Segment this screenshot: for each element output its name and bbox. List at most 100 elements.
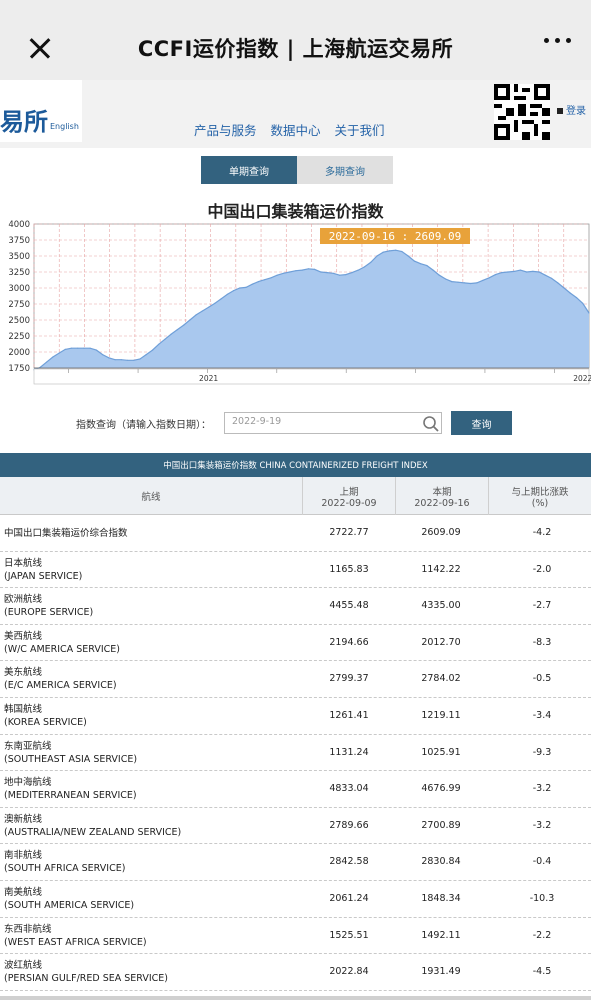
curr-value: 2830.84 (421, 856, 461, 868)
curr-value: 1492.11 (421, 929, 461, 941)
data-point (139, 358, 141, 360)
data-point (201, 310, 203, 312)
data-point (314, 268, 316, 270)
route-name: 地中海航线 (MEDITERRANEAN SERVICE) (4, 776, 137, 802)
y-tick-label: 2000 (8, 348, 30, 358)
data-point (426, 265, 428, 267)
route-name-en: (WEST EAST AFRICA SERVICE) (4, 936, 147, 948)
data-point (257, 281, 260, 283)
route-name-cn: 美东航线 (4, 667, 43, 679)
data-point (176, 329, 178, 331)
data-point (52, 356, 54, 358)
data-point (588, 312, 590, 314)
table-row: 澳新航线 (AUSTRALIA/NEW ZEALAND SERVICE) 2789.… (0, 808, 591, 845)
curr-value: 4676.99 (421, 783, 461, 795)
prev-value: 2799.37 (329, 673, 369, 685)
route-name-cn: 南美航线 (4, 886, 43, 898)
data-point (189, 319, 191, 321)
y-tick-label: 2250 (8, 332, 30, 342)
curr-value: 2700.89 (421, 819, 461, 831)
y-tick-label: 2750 (8, 300, 30, 310)
data-point (70, 347, 72, 349)
search-icon[interactable] (422, 415, 440, 433)
route-name-cn: 日本航线 (4, 557, 43, 569)
query-button[interactable]: 查询 (451, 411, 512, 435)
ccfi-chart[interactable]: 1750 2000 2250 2500 2750 3000 3250 3500 3750 4000… (0, 218, 591, 386)
route-name: 波红航线 (PERSIAN GULF/RED SEA SERVICE) (4, 959, 168, 985)
data-point (582, 302, 584, 304)
tab-single[interactable]: 单期查询 (201, 156, 297, 184)
change-value: -3.2 (532, 819, 552, 831)
curr-value: 2784.02 (421, 673, 461, 685)
data-point (445, 278, 447, 280)
curr-value: 1931.49 (421, 966, 461, 978)
prev-value: 4455.48 (329, 600, 369, 612)
login-link[interactable]: 登录 (557, 106, 587, 118)
data-point (357, 269, 359, 271)
data-point (438, 274, 440, 276)
route-name-en: (SOUTHEAST ASIA SERVICE) (4, 753, 138, 765)
date-query: 指数查询（请输入指数日期）： 2022-9-19 查询 (0, 408, 591, 440)
change-value: -0.4 (532, 856, 552, 868)
data-point (114, 359, 116, 361)
data-point (301, 269, 303, 271)
route-name-en: (KOREA SERVICE) (4, 716, 87, 728)
prev-value: 1525.51 (329, 929, 369, 941)
more-icon[interactable] (544, 38, 571, 43)
prev-value: 2194.66 (329, 636, 369, 648)
change-value: -3.2 (532, 783, 552, 795)
y-tick-label: 3250 (8, 268, 30, 278)
data-point (513, 270, 515, 272)
data-point (538, 271, 540, 273)
change-value: -2.0 (532, 563, 552, 575)
route-name-cn: 澳新航线 (4, 813, 43, 825)
data-point (251, 283, 253, 285)
english-link[interactable]: English (50, 122, 79, 131)
data-point (488, 277, 490, 279)
logo[interactable]: 易所 English (0, 80, 82, 142)
data-point (108, 357, 110, 359)
prev-value: 4833.04 (329, 783, 369, 795)
y-tick-label: 3000 (8, 284, 30, 294)
data-point (395, 249, 397, 251)
data-point (345, 274, 347, 276)
data-point (326, 272, 328, 274)
data-point (451, 281, 453, 283)
data-point (482, 279, 484, 281)
nav-data-center[interactable]: 数据中心 (271, 120, 321, 139)
data-point (363, 266, 366, 268)
tab-multi[interactable]: 多期查询 (297, 156, 393, 184)
route-name-en: (MEDITERRANEAN SERVICE) (4, 790, 137, 802)
nav-about[interactable]: 关于我们 (335, 120, 385, 139)
nav-products[interactable]: 产品与服务 (194, 120, 257, 139)
data-point (133, 359, 135, 361)
data-point (420, 263, 422, 265)
close-icon[interactable] (26, 34, 54, 62)
table-row: 地中海航线 (MEDITERRANEAN SERVICE) 4833.04 4676.… (0, 771, 591, 808)
change-value: -4.2 (532, 527, 552, 538)
data-point (77, 347, 79, 349)
data-point (120, 359, 122, 361)
curr-value: 1025.91 (421, 746, 461, 758)
route-name: 美西航线 (W/C AMERICA SERVICE) (4, 630, 120, 656)
x-tick-label: 2022 (573, 374, 591, 383)
data-point (526, 271, 528, 273)
route-name-en: (AUSTRALIA/NEW ZEALAND SERVICE) (4, 826, 182, 838)
table-row: 美西航线 (W/C AMERICA SERVICE) 2194.66 2012.70 -… (0, 625, 591, 662)
main-nav: 产品与服务 数据中心 关于我们 (194, 120, 385, 139)
data-point (64, 348, 66, 350)
data-point (276, 274, 278, 276)
data-point (463, 282, 465, 284)
data-point (339, 274, 341, 276)
header-change: 与上期比涨跌 (%) (488, 477, 591, 515)
data-point (145, 354, 147, 356)
route-name-cn: 韩国航线 (4, 703, 43, 715)
x-tick-label: 2021 (199, 374, 218, 383)
data-point (270, 277, 272, 279)
date-input[interactable]: 2022-9-19 (224, 412, 442, 434)
data-point (195, 314, 197, 316)
data-point (126, 359, 129, 361)
route-name-en: (E/C AMERICA SERVICE) (4, 680, 117, 692)
table-body: 中国出口集装箱运价综合指数 2722.77 2609.09 -4.2 日本航线 (JAPA… (0, 515, 591, 991)
route-name: 南非航线 (SOUTH AFRICA SERVICE) (4, 849, 125, 875)
